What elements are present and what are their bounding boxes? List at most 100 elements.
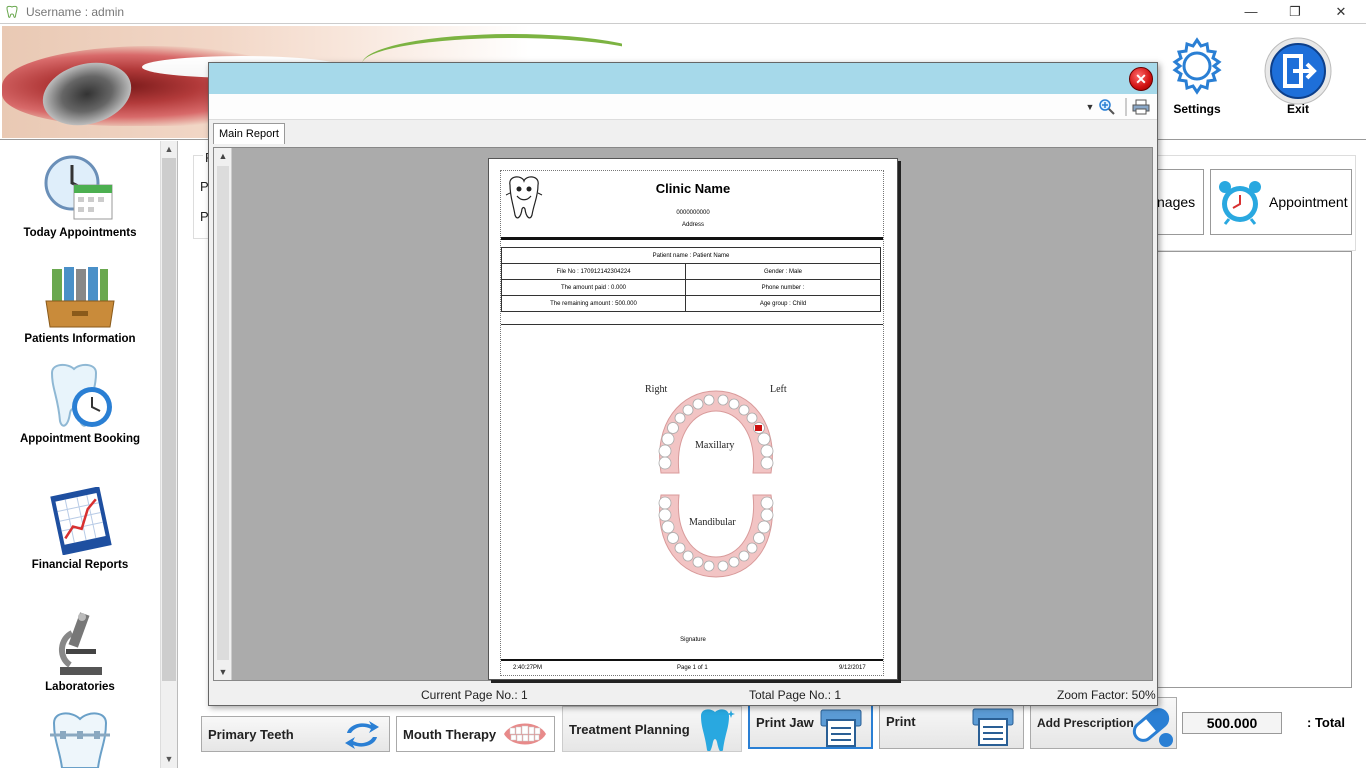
zoom-dropdown-arrow-icon[interactable]: ▼ bbox=[1085, 98, 1095, 116]
footer-page: Page 1 of 1 bbox=[677, 665, 708, 671]
gear-icon bbox=[1172, 37, 1222, 95]
microscope-icon bbox=[59, 612, 102, 675]
printer-icon bbox=[972, 708, 1014, 746]
pill-capsule-icon bbox=[1132, 708, 1173, 747]
sidebar-item-orthodontics[interactable] bbox=[0, 711, 160, 768]
zoom-in-icon[interactable] bbox=[1097, 98, 1117, 116]
footer-divider bbox=[501, 659, 883, 661]
table-divider bbox=[501, 324, 883, 325]
sidebar-item-today-appointments[interactable]: Today Appointments bbox=[0, 155, 160, 239]
tooth-app-icon bbox=[4, 4, 20, 20]
exit-label: Exit bbox=[1286, 102, 1309, 116]
report-tabstrip: Main Report bbox=[209, 120, 1157, 144]
tooth-clock-icon bbox=[50, 363, 112, 427]
tab-images-label: nages bbox=[1157, 194, 1196, 210]
header-divider bbox=[501, 237, 883, 240]
scrollbar-thumb[interactable] bbox=[217, 166, 229, 660]
remaining-amount-cell: The remaining amount : 500.000 bbox=[501, 295, 686, 312]
tab-appointment[interactable]: Appointment bbox=[1210, 169, 1352, 235]
add-prescription-label: Add Prescription bbox=[1037, 716, 1134, 730]
sidebar-label: Financial Reports bbox=[31, 559, 129, 571]
window-title: Username : admin bbox=[26, 4, 125, 19]
print-report-icon[interactable] bbox=[1131, 98, 1151, 116]
right-content-panel bbox=[1156, 251, 1352, 688]
sidebar-scrollbar[interactable]: ▲ ▼ bbox=[160, 141, 177, 768]
phone-cell: Phone number : bbox=[685, 279, 881, 296]
current-page-status: Current Page No.: 1 bbox=[421, 688, 528, 702]
exit-button[interactable]: Exit bbox=[1258, 36, 1338, 136]
clock-calendar-icon bbox=[44, 155, 113, 220]
alarm-clock-icon bbox=[1219, 181, 1261, 225]
total-label: : Total bbox=[1307, 715, 1346, 730]
preview-scrollbar[interactable]: ▲ ▼ bbox=[214, 148, 232, 680]
maxillary-label: Maxillary bbox=[695, 440, 735, 451]
dialog-close-button[interactable]: ✕ bbox=[1129, 67, 1153, 91]
sidebar-item-laboratories[interactable]: Laboratories bbox=[0, 607, 160, 693]
tab-images[interactable]: nages bbox=[1156, 169, 1204, 235]
sidebar-item-financial-reports[interactable]: Financial Reports bbox=[0, 487, 160, 571]
print-button[interactable]: Print bbox=[879, 703, 1024, 749]
footer-time: 2:40:27PM bbox=[513, 665, 543, 671]
window-titlebar: Username : admin — ❐ ✕ bbox=[0, 0, 1366, 23]
restore-button[interactable]: ❐ bbox=[1272, 0, 1318, 23]
tab-main-report[interactable]: Main Report bbox=[213, 123, 285, 144]
treatment-planning-label: Treatment Planning bbox=[569, 721, 690, 737]
file-no-cell: File No : 170912142304224 bbox=[501, 263, 686, 280]
scroll-down-arrow-icon[interactable]: ▼ bbox=[214, 664, 232, 680]
clinic-name: Clinic Name bbox=[655, 181, 731, 196]
sidebar-item-appointment-booking[interactable]: Appointment Booking bbox=[0, 363, 160, 445]
patient-name-cell: Patient name : Patient Name bbox=[501, 247, 881, 264]
scroll-up-arrow-icon[interactable]: ▲ bbox=[161, 141, 177, 157]
scroll-down-arrow-icon[interactable]: ▼ bbox=[161, 751, 177, 767]
treatment-planning-button[interactable]: Treatment Planning bbox=[562, 706, 742, 752]
settings-label: Settings bbox=[1173, 102, 1221, 116]
close-window-button[interactable]: ✕ bbox=[1318, 0, 1364, 23]
report-statusbar: Current Page No.: 1 Total Page No.: 1 Zo… bbox=[209, 684, 1157, 705]
patient-info-table: Patient name : Patient Name File No : 17… bbox=[501, 247, 881, 312]
mouth-therapy-label: Mouth Therapy bbox=[403, 726, 497, 742]
clinic-phone: 0000000000 bbox=[676, 210, 710, 216]
footer-date: 9/12/2017 bbox=[839, 665, 866, 671]
zoom-factor-status: Zoom Factor: 50% bbox=[1057, 688, 1156, 702]
minimize-button[interactable]: — bbox=[1228, 0, 1274, 23]
print-label: Print bbox=[886, 714, 916, 729]
gender-cell: Gender : Male bbox=[685, 263, 881, 280]
braces-tooth-icon bbox=[50, 712, 110, 768]
total-amount-field: 500.000 bbox=[1182, 712, 1282, 734]
patient-files-icon bbox=[45, 267, 115, 328]
exit-door-icon bbox=[1264, 37, 1332, 105]
primary-teeth-label: Primary Teeth bbox=[208, 726, 294, 742]
sidebar-label: Today Appointments bbox=[23, 227, 137, 239]
report-preview-area: ▲ ▼ Clinic Name 0000000000 Address Patie… bbox=[213, 147, 1153, 681]
tab-appointment-label: Appointment bbox=[1269, 194, 1348, 210]
report-page-frame: Clinic Name 0000000000 Address Patient n… bbox=[500, 170, 884, 676]
sidebar-label: Patients Information bbox=[24, 333, 136, 345]
sidebar-item-patients-information[interactable]: Patients Information bbox=[0, 265, 160, 345]
amount-paid-cell: The amount paid : 0.000 bbox=[501, 279, 686, 296]
sidebar-label: Appointment Booking bbox=[19, 433, 141, 445]
left-sidebar: Today Appointments Patients Information … bbox=[0, 141, 178, 768]
dental-chart-diagram bbox=[658, 390, 774, 578]
print-jaw-button[interactable]: Print Jaw bbox=[748, 703, 873, 749]
settings-button[interactable]: Settings bbox=[1157, 36, 1237, 136]
scrollbar-thumb[interactable] bbox=[162, 158, 176, 681]
age-group-cell: Age group : Child bbox=[685, 295, 881, 312]
printer-icon bbox=[820, 709, 862, 747]
dialog-titlebar: ✕ bbox=[209, 63, 1157, 94]
total-page-status: Total Page No.: 1 bbox=[749, 688, 842, 702]
toolbar-separator bbox=[1125, 98, 1127, 116]
report-toolbar: ▼ bbox=[209, 94, 1157, 120]
financial-chart-icon bbox=[50, 487, 112, 555]
primary-teeth-button[interactable]: Primary Teeth bbox=[201, 716, 390, 752]
report-viewer-dialog: ✕ ▼ Main Report ▲ ▼ Clinic Name 00000000… bbox=[208, 62, 1158, 706]
signature-label: Signature bbox=[680, 637, 706, 643]
report-page: Clinic Name 0000000000 Address Patient n… bbox=[488, 158, 898, 680]
swap-arrows-icon bbox=[345, 721, 379, 749]
denture-icon bbox=[504, 723, 546, 745]
sidebar-label: Laboratories bbox=[45, 681, 115, 693]
print-jaw-label: Print Jaw bbox=[756, 715, 814, 730]
clinic-address: Address bbox=[681, 222, 704, 228]
mandibular-label: Mandibular bbox=[689, 517, 736, 528]
scroll-up-arrow-icon[interactable]: ▲ bbox=[214, 148, 232, 164]
mouth-therapy-button[interactable]: Mouth Therapy bbox=[396, 716, 555, 752]
